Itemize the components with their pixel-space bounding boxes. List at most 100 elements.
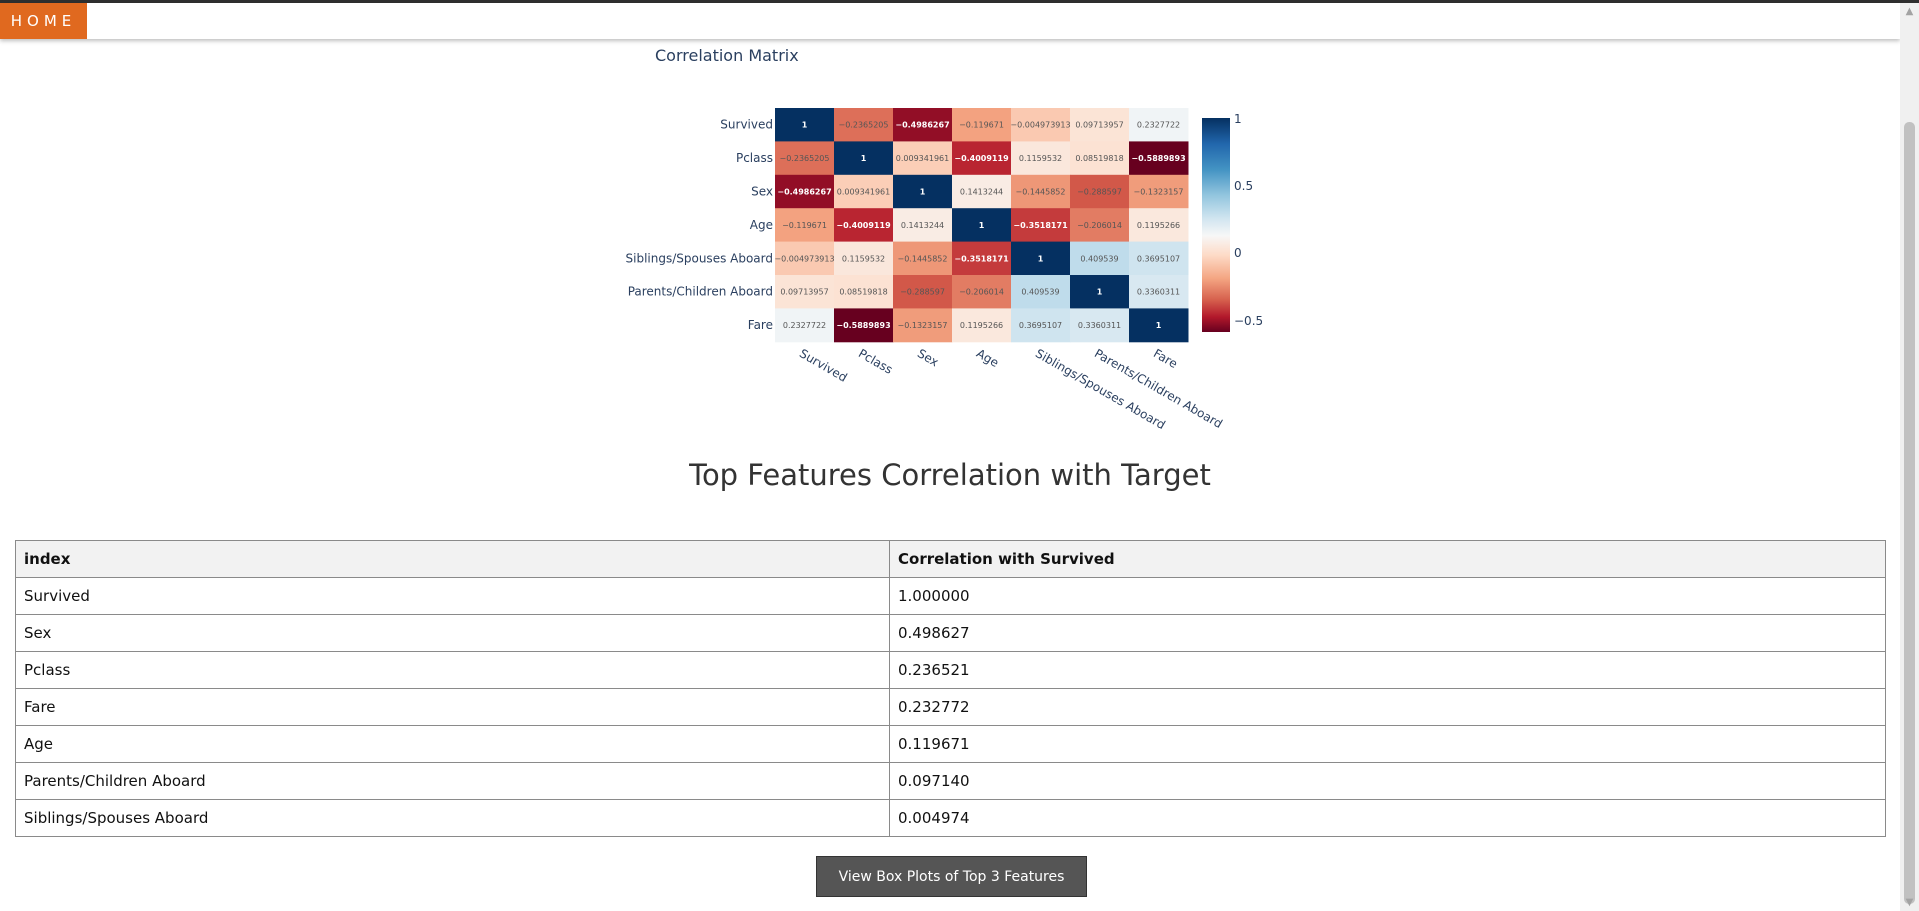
view-box-plots-button[interactable]: View Box Plots of Top 3 Features (816, 856, 1087, 897)
heatmap-cell-label: −0.2365205 (780, 154, 830, 163)
heatmap-x-tick-label: Pclass (856, 346, 895, 377)
table-row: Fare 0.232772 (15, 688, 1886, 726)
vertical-scrollbar[interactable]: ▲ ▼ (1900, 3, 1919, 911)
heatmap-cell-label: −0.288597 (900, 288, 945, 297)
row-value: 0.498627 (889, 614, 1886, 652)
heatmap-y-tick-label: Age (750, 218, 773, 232)
scrollbar-thumb[interactable] (1904, 122, 1915, 904)
heatmap-cell-label: −0.004973913 (1010, 121, 1070, 130)
table-row: Age 0.119671 (15, 725, 1886, 763)
table-header-row: index Correlation with Survived (15, 540, 1886, 578)
row-label: Siblings/Spouses Aboard (15, 799, 890, 837)
row-value: 0.232772 (889, 688, 1886, 726)
heatmap-cell-label: −0.5889893 (836, 321, 890, 330)
table-row: Siblings/Spouses Aboard 0.004974 (15, 799, 1886, 837)
heatmap-cell-label: 0.1159532 (1019, 154, 1062, 163)
colorbar-tick-neg-0.5: −0.5 (1234, 314, 1263, 328)
row-label: Sex (15, 614, 890, 652)
column-header-correlation: Correlation with Survived (889, 540, 1886, 578)
heatmap-cell-label: −0.1445852 (1016, 188, 1066, 197)
heatmap-cell-label: −0.3518171 (1013, 221, 1068, 230)
colorbar-tick-1: 1 (1234, 112, 1242, 126)
heatmap-cells: 1 −0.2365205 −0.4986267 −0.119671 −0.0049739… (774, 108, 1189, 343)
heatmap-cell-label: 0.1413244 (960, 188, 1003, 197)
heatmap-cell-label: 0.3360311 (1078, 321, 1121, 330)
heatmap-cell-label: 1 (802, 121, 808, 130)
heatmap-cell-label: 0.09713957 (780, 288, 828, 297)
row-label: Parents/Children Aboard (15, 762, 890, 800)
row-value: 0.004974 (889, 799, 1886, 837)
heatmap-x-labels: Survived Pclass Sex Age Siblings/Spouses Abo… (797, 346, 1225, 432)
row-value: 1.000000 (889, 577, 1886, 615)
heatmap-cell-label: 0.1195266 (960, 321, 1003, 330)
heatmap-cell-label: 0.3695107 (1019, 321, 1062, 330)
heatmap-cell-label: −0.1323157 (898, 321, 948, 330)
heatmap-cell-label: −0.288597 (1077, 188, 1122, 197)
heatmap-cell-label: 0.2327722 (1137, 121, 1180, 130)
scroll-up-arrow-icon[interactable]: ▲ (1900, 3, 1919, 20)
heatmap-cell-label: −0.206014 (1077, 221, 1122, 230)
heatmap-cell-label: −0.2365205 (839, 121, 889, 130)
heatmap-x-tick-label: Fare (1151, 346, 1180, 371)
heatmap-cell-label: −0.004973913 (774, 254, 834, 263)
heatmap-cell-label: −0.4009119 (954, 154, 1009, 163)
scroll-down-arrow-icon[interactable]: ▼ (1900, 894, 1919, 911)
heatmap-cell-label: −0.1323157 (1134, 188, 1184, 197)
heatmap-cell-label: 0.1195266 (1137, 221, 1180, 230)
heatmap-cell-label: 1 (1156, 321, 1162, 330)
row-label: Pclass (15, 651, 890, 689)
section-title: Top Features Correlation with Target (689, 458, 1211, 492)
correlation-heatmap: Correlation Matrix 1 −0.2365205 −0.4986267… (626, 46, 1264, 432)
heatmap-x-tick-label: Survived (797, 346, 850, 384)
heatmap-cell-label: 1 (979, 221, 985, 230)
heatmap-x-tick-label: Sex (915, 346, 941, 369)
heatmap-cell-label: −0.4986267 (895, 121, 949, 130)
row-label: Age (15, 725, 890, 763)
colorbar-tick-0: 0 (1234, 246, 1242, 260)
heatmap-y-tick-label: Fare (748, 318, 773, 332)
table-row: Sex 0.498627 (15, 614, 1886, 652)
row-value: 0.119671 (889, 725, 1886, 763)
heatmap-cell-label: −0.1445852 (898, 254, 948, 263)
heatmap-cell-label: 0.009341961 (837, 188, 890, 197)
heatmap-y-tick-label: Parents/Children Aboard (628, 285, 773, 299)
row-value: 0.097140 (889, 762, 1886, 800)
heatmap-cell-label: −0.119671 (782, 221, 827, 230)
heatmap-cell-label: 1 (1097, 288, 1103, 297)
heatmap-cell-label: 0.409539 (1021, 288, 1059, 297)
colorbar-tick-0.5: 0.5 (1234, 179, 1253, 193)
heatmap-cell-label: −0.206014 (959, 288, 1004, 297)
colorbar (1202, 118, 1230, 332)
heatmap-cell-label: 0.08519818 (1075, 154, 1123, 163)
heatmap-y-tick-label: Siblings/Spouses Aboard (626, 251, 774, 265)
heatmap-y-tick-label: Pclass (736, 151, 773, 165)
heatmap-cell-label: 0.2327722 (783, 321, 826, 330)
table-row: Parents/Children Aboard 0.097140 (15, 762, 1886, 800)
heatmap-y-tick-label: Sex (751, 185, 773, 199)
table-row: Pclass 0.236521 (15, 651, 1886, 689)
heatmap-y-tick-label: Survived (720, 118, 773, 132)
heatmap-cell-label: 1 (1038, 254, 1044, 263)
row-label: Fare (15, 688, 890, 726)
heatmap-cell-label: 0.08519818 (839, 288, 887, 297)
column-header-index: index (15, 540, 890, 578)
heatmap-cell-label: 0.1159532 (842, 254, 885, 263)
heatmap-cell-label: 0.3360311 (1137, 288, 1180, 297)
heatmap-cell-label: 1 (861, 154, 867, 163)
heatmap-cell-label: 0.09713957 (1075, 121, 1123, 130)
heatmap-cell-label: −0.4009119 (836, 221, 891, 230)
heatmap-x-tick-label: Age (974, 346, 1001, 370)
heatmap-cell-label: 1 (920, 188, 926, 197)
heatmap-cell-label: −0.5889893 (1131, 154, 1185, 163)
heatmap-title: Correlation Matrix (655, 46, 799, 65)
row-label: Survived (15, 577, 890, 615)
heatmap-cell-label: 0.409539 (1080, 254, 1118, 263)
heatmap-cell-label: 0.1413244 (901, 221, 944, 230)
heatmap-cell-label: 0.009341961 (896, 154, 949, 163)
row-value: 0.236521 (889, 651, 1886, 689)
heatmap-cell-label: −0.4986267 (777, 188, 831, 197)
heatmap-cell-label: 0.3695107 (1137, 254, 1180, 263)
heatmap-cell-label: −0.119671 (959, 121, 1004, 130)
correlation-table: index Correlation with Survived Survived… (15, 540, 1886, 837)
heatmap-cell-label: −0.3518171 (954, 254, 1009, 263)
